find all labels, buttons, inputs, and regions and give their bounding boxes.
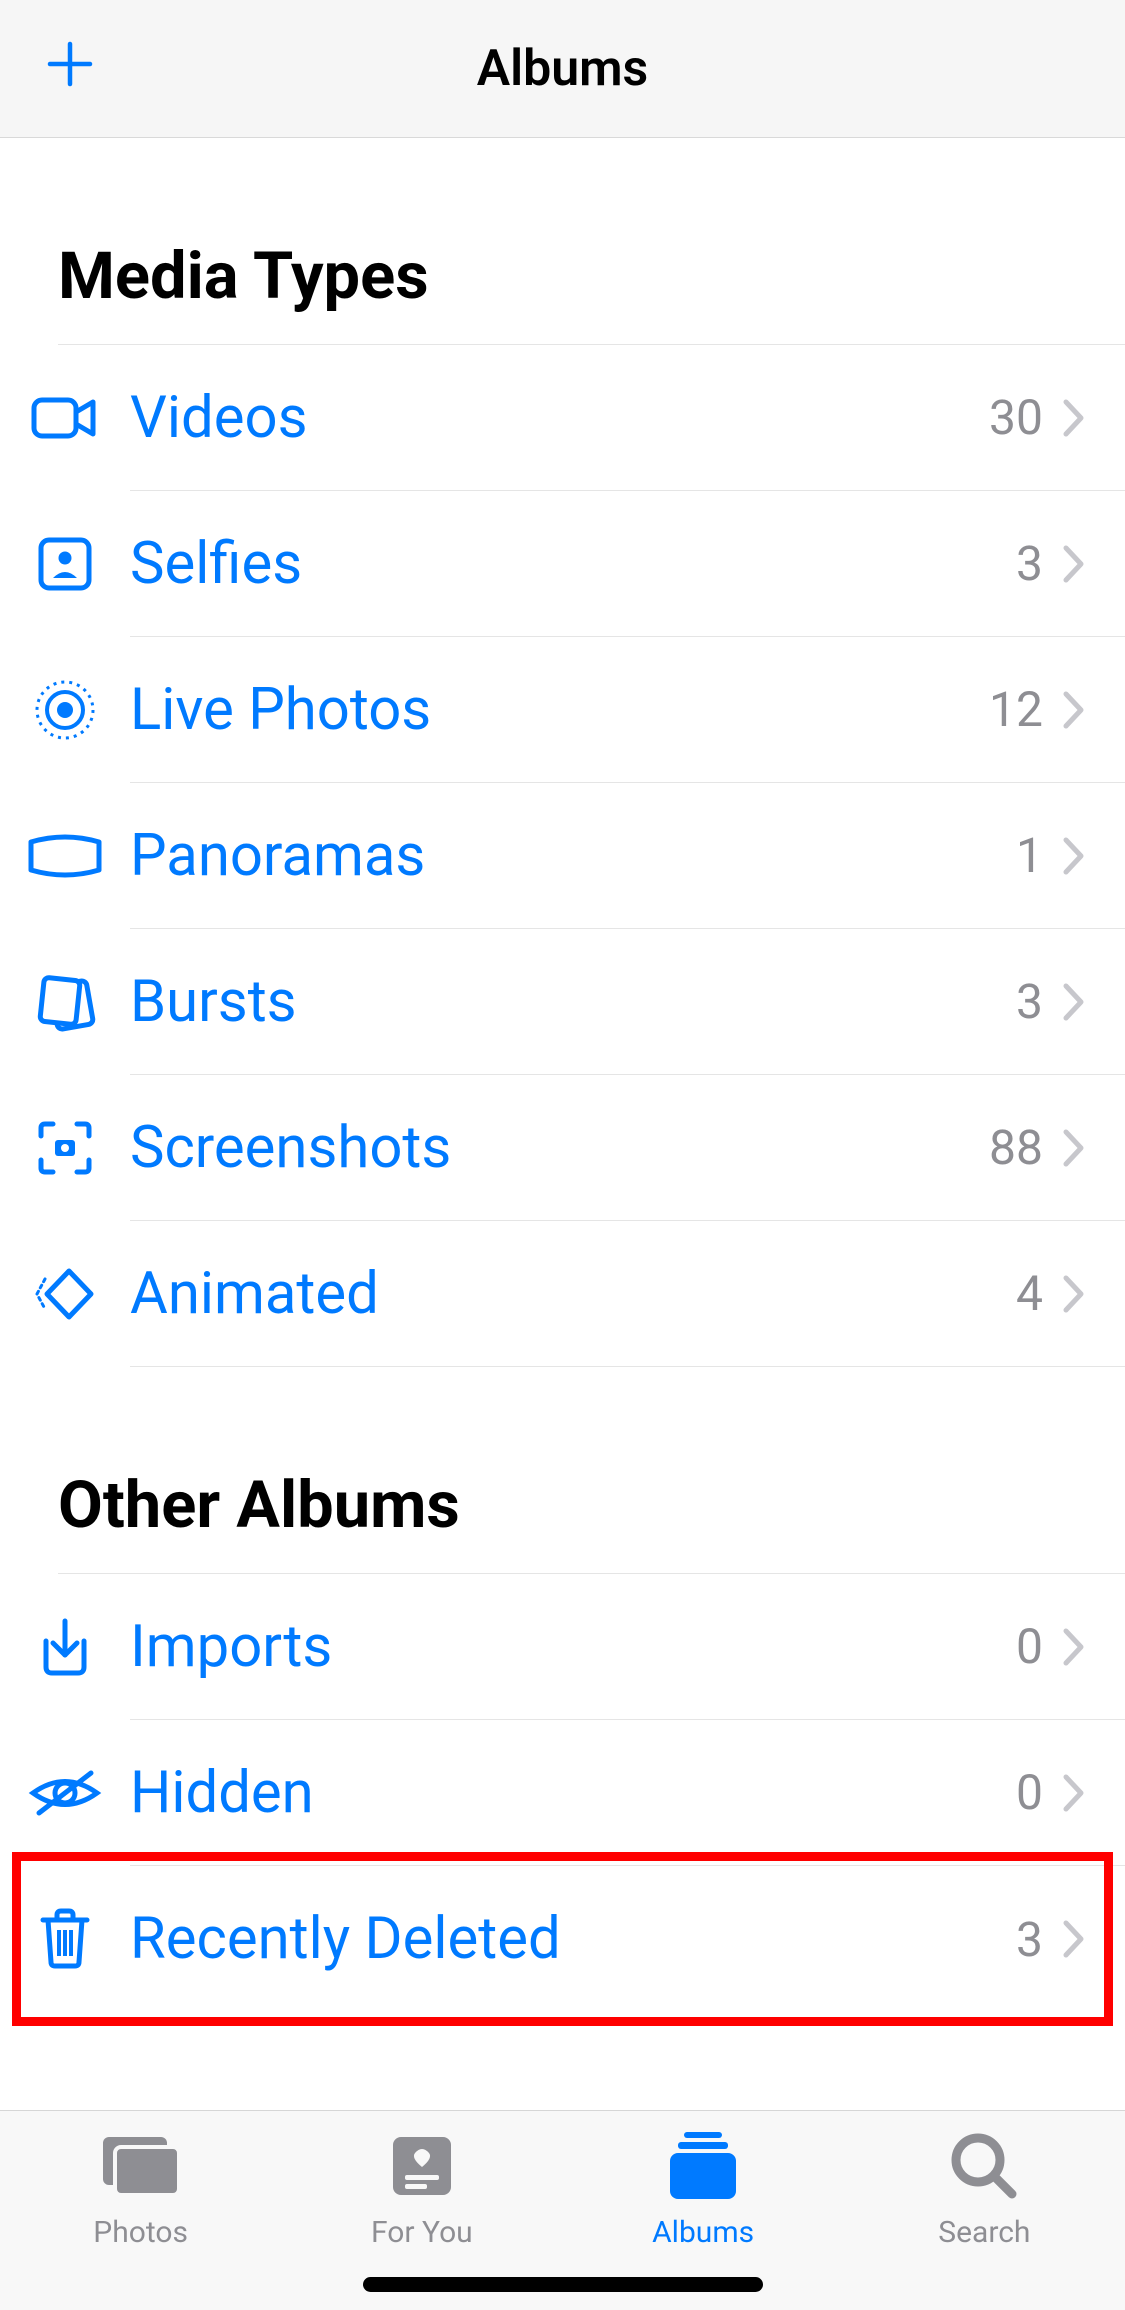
chevron-right-icon bbox=[1063, 1628, 1085, 1666]
row-label: Bursts bbox=[130, 968, 1016, 1036]
row-count: 3 bbox=[1016, 535, 1043, 592]
plus-icon bbox=[46, 40, 94, 88]
row-imports[interactable]: Imports 0 bbox=[0, 1574, 1125, 1720]
row-animated[interactable]: Animated 4 bbox=[0, 1221, 1125, 1367]
chevron-right-icon bbox=[1063, 837, 1085, 875]
row-recently-deleted[interactable]: Recently Deleted 3 bbox=[0, 1866, 1125, 2012]
chevron-right-icon bbox=[1063, 1129, 1085, 1167]
row-screenshots[interactable]: Screenshots 88 bbox=[0, 1075, 1125, 1221]
row-label: Hidden bbox=[130, 1759, 1016, 1827]
chevron-right-icon bbox=[1063, 1920, 1085, 1958]
row-live-photos[interactable]: Live Photos 12 bbox=[0, 637, 1125, 783]
row-count: 3 bbox=[1016, 973, 1043, 1030]
section-title-media-types: Media Types bbox=[0, 138, 1125, 344]
chevron-right-icon bbox=[1063, 1774, 1085, 1812]
search-tab-icon bbox=[950, 2129, 1018, 2203]
panorama-icon bbox=[0, 834, 130, 878]
screenshot-icon bbox=[0, 1118, 130, 1178]
chevron-right-icon bbox=[1063, 983, 1085, 1021]
chevron-right-icon bbox=[1063, 1275, 1085, 1313]
row-label: Selfies bbox=[130, 530, 1016, 598]
page-title: Albums bbox=[0, 40, 1125, 98]
hidden-icon bbox=[0, 1768, 130, 1818]
row-selfies[interactable]: Selfies 3 bbox=[0, 491, 1125, 637]
row-label: Recently Deleted bbox=[130, 1905, 1016, 1973]
trash-icon bbox=[0, 1908, 130, 1970]
nav-bar: Albums bbox=[0, 0, 1125, 138]
tab-photos[interactable]: Photos bbox=[0, 2129, 281, 2310]
tab-label: Search bbox=[938, 2215, 1030, 2250]
row-count: 0 bbox=[1016, 1764, 1043, 1821]
row-count: 4 bbox=[1016, 1265, 1043, 1322]
tab-label: For You bbox=[371, 2215, 473, 2250]
video-icon bbox=[0, 394, 130, 442]
tab-search[interactable]: Search bbox=[844, 2129, 1125, 2310]
chevron-right-icon bbox=[1063, 691, 1085, 729]
row-label: Videos bbox=[130, 384, 989, 452]
selfie-icon bbox=[0, 536, 130, 592]
albums-tab-icon bbox=[664, 2129, 742, 2203]
import-icon bbox=[0, 1617, 130, 1677]
add-album-button[interactable] bbox=[40, 35, 100, 103]
live-photo-icon bbox=[0, 679, 130, 741]
tab-label: Photos bbox=[93, 2215, 188, 2250]
foryou-tab-icon bbox=[387, 2129, 457, 2203]
row-count: 1 bbox=[1016, 827, 1043, 884]
animated-icon bbox=[0, 1267, 130, 1321]
row-count: 0 bbox=[1016, 1618, 1043, 1675]
row-label: Panoramas bbox=[130, 822, 1016, 890]
section-title-other-albums: Other Albums bbox=[0, 1367, 1125, 1573]
row-hidden[interactable]: Hidden 0 bbox=[0, 1720, 1125, 1866]
row-count: 30 bbox=[989, 389, 1043, 446]
row-count: 3 bbox=[1016, 1911, 1043, 1968]
chevron-right-icon bbox=[1063, 545, 1085, 583]
row-videos[interactable]: Videos 30 bbox=[0, 345, 1125, 491]
burst-icon bbox=[0, 971, 130, 1033]
content-scroll[interactable]: Media Types Videos 30 Selfies 3 Live Pho… bbox=[0, 138, 1125, 2110]
row-label: Imports bbox=[130, 1613, 1016, 1681]
row-panoramas[interactable]: Panoramas 1 bbox=[0, 783, 1125, 929]
row-label: Screenshots bbox=[130, 1114, 989, 1182]
row-label: Live Photos bbox=[130, 676, 989, 744]
chevron-right-icon bbox=[1063, 399, 1085, 437]
row-count: 88 bbox=[989, 1119, 1043, 1176]
row-bursts[interactable]: Bursts 3 bbox=[0, 929, 1125, 1075]
row-label: Animated bbox=[130, 1260, 1016, 1328]
home-indicator[interactable] bbox=[363, 2277, 763, 2292]
row-count: 12 bbox=[989, 681, 1043, 738]
tab-label: Albums bbox=[652, 2215, 754, 2250]
photos-tab-icon bbox=[97, 2129, 185, 2203]
